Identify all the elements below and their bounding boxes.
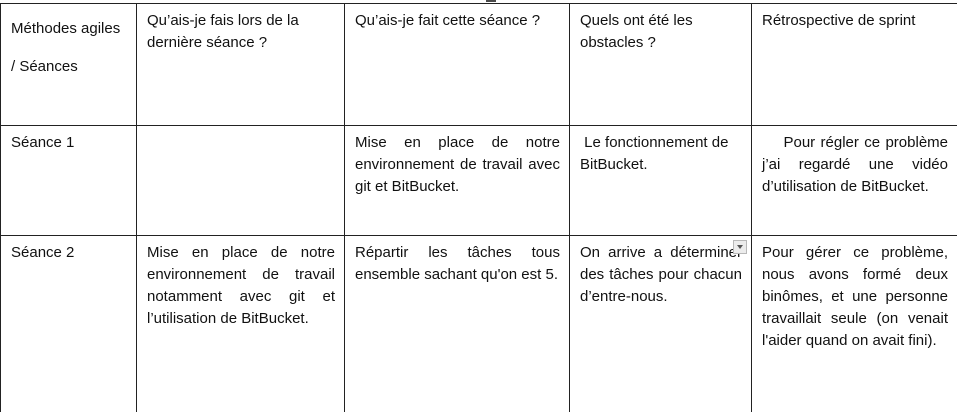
header-label: Quels ont été les obstacles ? — [580, 12, 693, 51]
header-label: Méthodes agiles / Séances — [11, 20, 121, 75]
cell-derniere-seance — [136, 125, 345, 236]
header-cell-methodes: Méthodes agiles / Séances — [0, 3, 137, 126]
table-row: Séance 2 Mise en place de notre environn… — [0, 235, 957, 412]
document-page: Méthodes agiles / Séances Qu’ais-je fais… — [0, 0, 957, 412]
obstacles-cell-content: On arrive a déterminer des tâches pour c… — [580, 240, 747, 308]
cell-cette-seance: Répartir les tâches tous ensemble sachan… — [344, 235, 570, 412]
header-cell-retrospective: Rétrospective de sprint — [751, 3, 957, 126]
header-label: Rétrospective de sprint — [762, 12, 916, 29]
sprint-table: Méthodes agiles / Séances Qu’ais-je fais… — [0, 3, 957, 412]
cell-seance: Séance 2 — [0, 235, 137, 412]
cell-derniere-seance: Mise en place de notre environnement de … — [136, 235, 345, 412]
cell-retrospective: Pour gérer ce problème, nous avons formé… — [751, 235, 957, 412]
cell-cette-seance: Mise en place de notre environnement de … — [344, 125, 570, 236]
cell-obstacles: On arrive a déterminer des tâches pour c… — [569, 235, 752, 412]
header-cell-obstacles: Quels ont été les obstacles ? — [569, 3, 752, 126]
header-cell-derniere-seance: Qu’ais-je fais lors de la dernière séanc… — [136, 3, 345, 126]
cell-retrospective: Pour régler ce problème j’ai regardé une… — [751, 125, 957, 236]
table-header-row: Méthodes agiles / Séances Qu’ais-je fais… — [0, 3, 957, 126]
chevron-down-icon[interactable] — [733, 240, 747, 254]
cell-seance: Séance 1 — [0, 125, 137, 236]
cell-obstacles: Le fonctionnement de BitBucket. — [569, 125, 752, 236]
header-cell-cette-seance: Qu’ais-je fait cette séance ? — [344, 3, 570, 126]
header-label: Qu’ais-je fait cette séance ? — [355, 12, 541, 29]
header-label: Qu’ais-je fais lors de la dernière séanc… — [147, 12, 299, 51]
table-row: Séance 1 Mise en place de notre environn… — [0, 125, 957, 236]
page-top-marker — [486, 0, 496, 2]
